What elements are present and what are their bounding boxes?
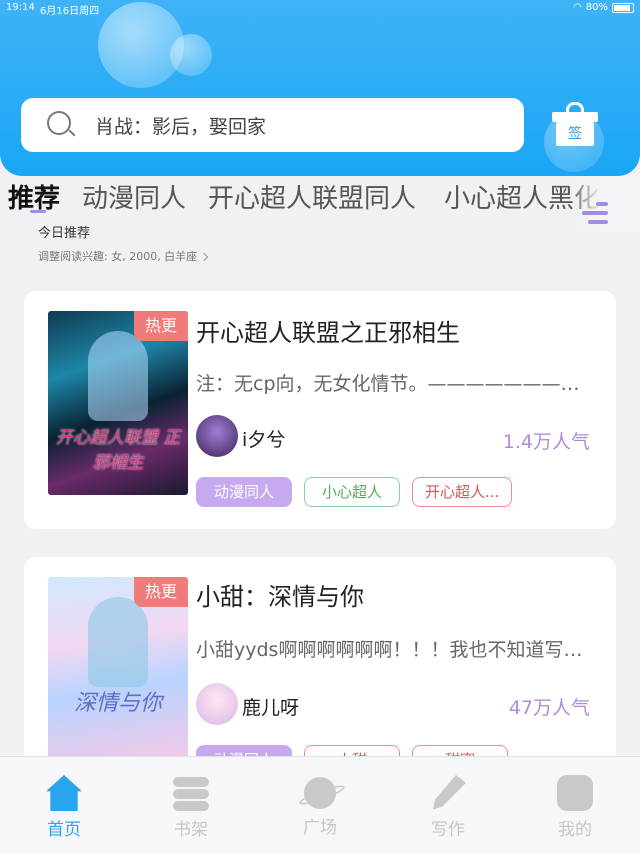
popularity: 1.4万人气 xyxy=(502,431,590,453)
tab-anime-fanfic[interactable]: 动漫同人 xyxy=(82,178,186,214)
home-icon xyxy=(46,775,82,811)
tag[interactable]: 小心超人 xyxy=(304,477,400,507)
sign-in-gift-button[interactable]: 签 xyxy=(552,102,598,146)
nav-me[interactable]: 我的 xyxy=(535,775,615,845)
book-title: 小甜：深情与你 xyxy=(196,583,364,611)
nav-label: 书架 xyxy=(174,820,208,840)
author-name[interactable]: 鹿儿呀 xyxy=(242,693,299,720)
author-avatar[interactable] xyxy=(196,683,238,725)
nav-bookshelf[interactable]: 书架 xyxy=(151,775,231,845)
bookshelf-icon xyxy=(173,775,209,811)
category-menu-icon[interactable] xyxy=(582,198,608,228)
wifi-icon: ◠ xyxy=(573,2,582,13)
book-description: 小甜yyds啊啊啊啊啊啊！！！我也不知道写什么 xyxy=(196,639,596,661)
battery-icon xyxy=(612,2,634,13)
nav-home[interactable]: 首页 xyxy=(24,775,104,845)
search-icon xyxy=(47,111,76,139)
reading-interest-text: 调整阅读兴趣: 女, 2000, 白羊座 xyxy=(38,250,198,263)
hot-badge: 热更 xyxy=(134,577,188,607)
nav-label: 广场 xyxy=(303,818,337,838)
nav-square[interactable]: 广场 xyxy=(280,775,360,845)
book-description: 注：无cp向，无女化情节。——————————— xyxy=(196,373,596,395)
tag[interactable]: 开心超人... xyxy=(412,477,513,507)
book-title: 开心超人联盟之正邪相生 xyxy=(196,319,460,347)
chat-bubble-icon xyxy=(557,775,593,811)
chevron-right-icon xyxy=(199,252,209,262)
nav-label: 写作 xyxy=(431,820,465,840)
category-tabs: 推荐 动漫同人 开心超人联盟同人 小心超人黑化 花 xyxy=(0,176,640,214)
tag-list: 动漫同人 小心超人 开心超人... xyxy=(196,477,513,507)
cover-art-text: 开心超人联盟 正邪相生 xyxy=(55,428,181,473)
tag[interactable]: 动漫同人 xyxy=(196,477,292,507)
reading-interest-link[interactable]: 调整阅读兴趣: 女, 2000, 白羊座 xyxy=(38,248,209,264)
pen-icon xyxy=(432,775,466,810)
nav-write[interactable]: 写作 xyxy=(408,775,488,845)
author-name[interactable]: i夕兮 xyxy=(242,425,285,452)
cover-figure xyxy=(88,597,148,687)
book-card[interactable]: 开心超人联盟 正邪相生 热更 开心超人联盟之正邪相生 注：无cp向，无女化情节。… xyxy=(24,291,616,529)
hot-badge: 热更 xyxy=(134,311,188,341)
popularity: 47万人气 xyxy=(508,697,590,719)
search-bar[interactable]: 肖战：影后，娶回家 xyxy=(21,98,524,152)
status-right: ◠ 80% xyxy=(573,2,634,13)
header: 19:14 6月16日周四 ◠ 80% 肖战：影后，娶回家 签 xyxy=(0,0,640,176)
status-date: 6月16日周四 xyxy=(40,6,100,17)
cover-figure xyxy=(88,331,148,421)
status-time: 19:14 xyxy=(6,2,35,13)
planet-icon xyxy=(304,777,336,809)
battery-level: 80% xyxy=(585,2,608,13)
nav-label: 我的 xyxy=(558,820,592,840)
nav-label: 首页 xyxy=(47,820,81,840)
section-title: 今日推荐 xyxy=(38,226,91,241)
gift-lid-icon xyxy=(552,112,598,122)
tab-happy-superman-fanfic[interactable]: 开心超人联盟同人 xyxy=(208,178,416,214)
active-tab-indicator xyxy=(30,210,46,213)
author-avatar[interactable] xyxy=(196,415,238,457)
cover-art-text: 深情与你 xyxy=(73,691,162,716)
decor-bubble xyxy=(170,34,212,76)
search-placeholder: 肖战：影后，娶回家 xyxy=(95,115,267,138)
gift-label: 签 xyxy=(556,122,594,146)
bottom-nav: 首页 书架 广场 写作 我的 xyxy=(0,756,640,853)
status-bar: 19:14 6月16日周四 ◠ 80% xyxy=(0,0,640,18)
tab-recommend[interactable]: 推荐 xyxy=(8,178,60,214)
